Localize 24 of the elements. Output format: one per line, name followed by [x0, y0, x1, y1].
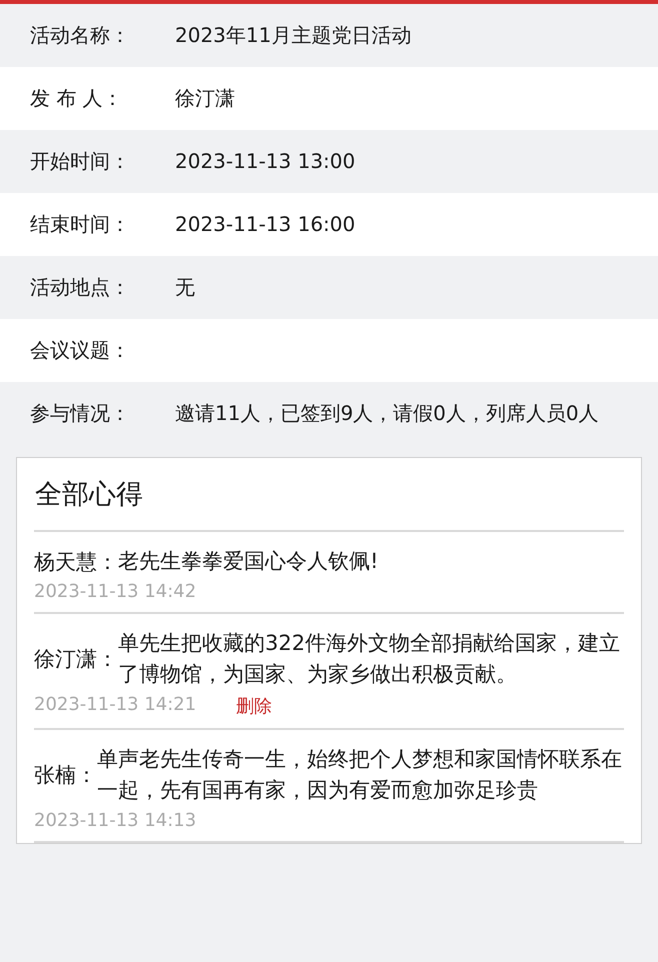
field-label: 发 布 人：	[29, 85, 124, 112]
field-value: 2023年11月主题党日活动	[175, 22, 412, 49]
comment-text: 单声老先生传奇一生，始终把个人梦想和家国情怀联系在一起，先有国再有家，因为有爱而愈加弥足珍贵	[97, 746, 623, 804]
comment-time: 2023-11-13 14:13	[34, 810, 196, 831]
comment-text: 单先生把收藏的322件海外文物全部捐献给国家，建立了博物馆，为国家、为家乡做出积极贡献。	[118, 630, 622, 688]
field-label: 参与情况：	[29, 400, 131, 427]
comment-text: 老先生拳拳爱国心令人钦佩!	[118, 548, 380, 575]
field-value: 无	[175, 274, 196, 301]
delete-link[interactable]: 删除	[236, 694, 272, 718]
field-value: 邀请11人，已签到9人，请假0人，列席人员0人	[175, 400, 600, 427]
field-label: 会议议题：	[29, 337, 131, 364]
comment-time: 2023-11-13 14:21	[34, 694, 196, 717]
field-value: 2023-11-13 16:00	[175, 211, 356, 238]
field-label: 活动地点：	[29, 274, 131, 301]
field-label: 活动名称：	[29, 22, 131, 49]
field-label: 开始时间：	[29, 148, 131, 175]
section-title: 全部心得	[34, 458, 624, 532]
field-value: 徐汀潇	[175, 85, 236, 112]
comment-author: 杨天慧：	[34, 548, 118, 576]
field-label: 结束时间：	[29, 211, 131, 238]
field-value: 2023-11-13 13:00	[175, 148, 356, 175]
comment-time: 2023-11-13 14:42	[34, 581, 196, 602]
comment-author: 张楠：	[34, 762, 97, 789]
comment-author: 徐汀潇：	[34, 646, 118, 673]
